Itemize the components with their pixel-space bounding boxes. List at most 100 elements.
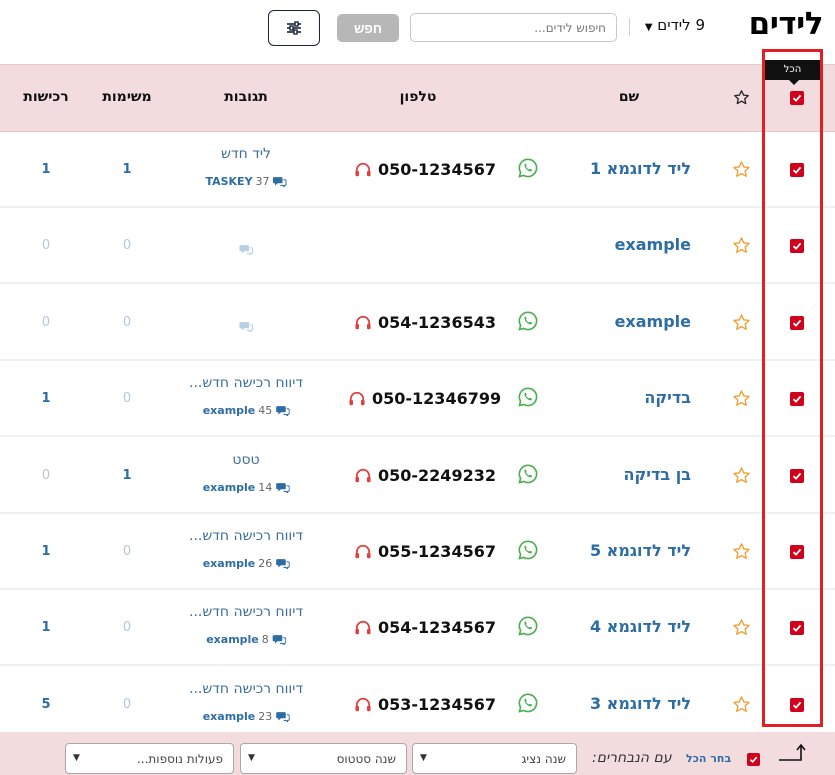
row-checkbox[interactable] <box>790 163 804 177</box>
row-checkbox[interactable] <box>790 392 804 406</box>
purchases-count[interactable]: 5 <box>41 697 50 712</box>
tasks-count[interactable]: 0 <box>123 697 131 712</box>
lead-name-link[interactable]: example <box>615 235 691 254</box>
table-row[interactable]: ליד לדוגמא 4 054-1234567 דיווח רכישה חדש..… <box>0 590 835 666</box>
last-response-text[interactable]: טסט <box>232 452 259 468</box>
column-header-purchases[interactable]: רכישות <box>23 89 68 105</box>
row-checkbox[interactable] <box>790 316 804 330</box>
purchases-count[interactable]: 0 <box>42 468 50 483</box>
change-rep-select[interactable]: שנה נציג ▼ <box>412 743 577 774</box>
change-rep-label: שנה נציג <box>521 751 566 766</box>
table-row[interactable]: example 054-1236543 0 0 <box>0 285 835 361</box>
lead-name-link[interactable]: ליד לדוגמא 3 <box>590 694 691 713</box>
comments-icon <box>272 177 287 187</box>
row-checkbox[interactable] <box>790 469 804 483</box>
whatsapp-button[interactable] <box>517 615 539 637</box>
no-responses-icon[interactable] <box>239 240 254 259</box>
lead-name-link[interactable]: ליד לדוגמא 1 <box>590 159 691 178</box>
row-checkbox[interactable] <box>790 698 804 712</box>
response-meta[interactable]: example 8 <box>206 633 286 646</box>
star-column-icon[interactable] <box>733 89 750 106</box>
table-row[interactable]: example 0 0 <box>0 208 835 284</box>
phone-number: 053-1234567 <box>378 695 496 714</box>
phone-cell[interactable]: 050-12346799 <box>348 389 501 408</box>
tasks-count[interactable]: 0 <box>123 238 131 253</box>
favorite-star-button[interactable] <box>732 466 751 485</box>
favorite-star-button[interactable] <box>732 542 751 561</box>
table-row[interactable]: בדיקה 050-12346799 דיווח רכישה חדש... examp… <box>0 361 835 437</box>
whatsapp-button[interactable] <box>517 692 539 714</box>
purchases-count[interactable]: 1 <box>41 620 50 635</box>
purchases-count[interactable]: 1 <box>41 391 50 406</box>
response-meta[interactable]: TASKEY 37 <box>205 175 287 188</box>
top-bar: לידים 9 לידים ▼ חפש <box>0 0 835 64</box>
purchases-count[interactable]: 0 <box>42 238 50 253</box>
table-row[interactable]: ליד לדוגמא 5 055-1234567 דיווח רכישה חדש..… <box>0 514 835 590</box>
phone-cell[interactable]: 054-1234567 <box>354 618 496 637</box>
whatsapp-button[interactable] <box>517 463 539 485</box>
last-response-text[interactable]: ליד חדש <box>221 146 271 162</box>
response-meta[interactable]: example 14 <box>203 481 290 494</box>
favorite-star-button[interactable] <box>732 313 751 332</box>
select-all-tooltip: הכל <box>765 60 820 85</box>
response-count: 26 <box>258 557 273 570</box>
search-button[interactable]: חפש <box>337 14 399 42</box>
page-title: לידים <box>748 6 824 42</box>
whatsapp-button[interactable] <box>517 157 539 179</box>
whatsapp-button[interactable] <box>517 310 539 332</box>
tasks-count[interactable]: 0 <box>123 391 131 406</box>
lead-name-link[interactable]: ליד לדוגמא 5 <box>590 541 691 560</box>
response-meta[interactable]: example 23 <box>203 710 290 723</box>
lead-name-link[interactable]: בדיקה <box>644 388 691 407</box>
column-header-phone[interactable]: טלפון <box>400 89 437 105</box>
row-checkbox[interactable] <box>790 239 804 253</box>
select-all-footer-checkbox[interactable] <box>747 753 760 766</box>
tasks-count[interactable]: 0 <box>123 315 131 330</box>
last-response-text[interactable]: דיווח רכישה חדש... <box>189 681 303 697</box>
phone-cell[interactable]: 050-1234567 <box>354 160 496 179</box>
favorite-star-button[interactable] <box>732 695 751 714</box>
table-row[interactable]: ליד לדוגמא 1 050-1234567 ליד חדש TASKEY 37 1 1 <box>0 132 835 208</box>
lead-name-link[interactable]: ליד לדוגמא 4 <box>590 617 691 636</box>
purchases-count[interactable]: 1 <box>41 544 50 559</box>
favorite-star-button[interactable] <box>732 618 751 637</box>
check-icon <box>792 701 802 709</box>
lead-count-dropdown[interactable]: 9 לידים ▼ <box>641 16 705 34</box>
no-responses-icon[interactable] <box>239 317 254 336</box>
favorite-star-button[interactable] <box>732 160 751 179</box>
whatsapp-button[interactable] <box>517 386 539 408</box>
row-checkbox[interactable] <box>790 621 804 635</box>
select-all-link[interactable]: בחר הכל <box>686 752 731 765</box>
search-input[interactable] <box>410 13 617 42</box>
favorite-star-button[interactable] <box>732 389 751 408</box>
table-row[interactable]: בן בדיקה 050-2249232 טסט example 14 1 0 <box>0 438 835 514</box>
phone-cell[interactable]: 050-2249232 <box>354 466 496 485</box>
lead-name-link[interactable]: example <box>615 312 691 331</box>
favorite-star-button[interactable] <box>732 236 751 255</box>
tasks-count[interactable]: 1 <box>122 468 131 483</box>
phone-cell[interactable]: 055-1234567 <box>354 542 496 561</box>
purchases-count[interactable]: 1 <box>41 162 50 177</box>
filter-settings-button[interactable] <box>268 10 320 46</box>
last-response-text[interactable]: דיווח רכישה חדש... <box>189 375 303 391</box>
column-header-responses[interactable]: תגובות <box>224 89 268 105</box>
tasks-count[interactable]: 1 <box>122 162 131 177</box>
comments-icon <box>275 559 290 569</box>
lead-name-link[interactable]: בן בדיקה <box>624 465 691 484</box>
tasks-count[interactable]: 0 <box>123 544 131 559</box>
response-meta[interactable]: example 26 <box>203 557 290 570</box>
column-header-tasks[interactable]: משימות <box>102 89 151 105</box>
purchases-count[interactable]: 0 <box>42 315 50 330</box>
last-response-text[interactable]: דיווח רכישה חדש... <box>189 604 303 620</box>
select-all-checkbox[interactable] <box>790 91 804 105</box>
change-status-select[interactable]: שנה סטטוס ▼ <box>240 743 407 774</box>
row-checkbox[interactable] <box>790 545 804 559</box>
column-header-name[interactable]: שם <box>619 89 639 105</box>
phone-cell[interactable]: 053-1234567 <box>354 695 496 714</box>
response-meta[interactable]: example 45 <box>203 404 290 417</box>
last-response-text[interactable]: דיווח רכישה חדש... <box>189 528 303 544</box>
whatsapp-button[interactable] <box>517 539 539 561</box>
more-actions-select[interactable]: פעולות נוספות... ▼ <box>65 743 234 774</box>
phone-cell[interactable]: 054-1236543 <box>354 313 496 332</box>
tasks-count[interactable]: 0 <box>123 620 131 635</box>
